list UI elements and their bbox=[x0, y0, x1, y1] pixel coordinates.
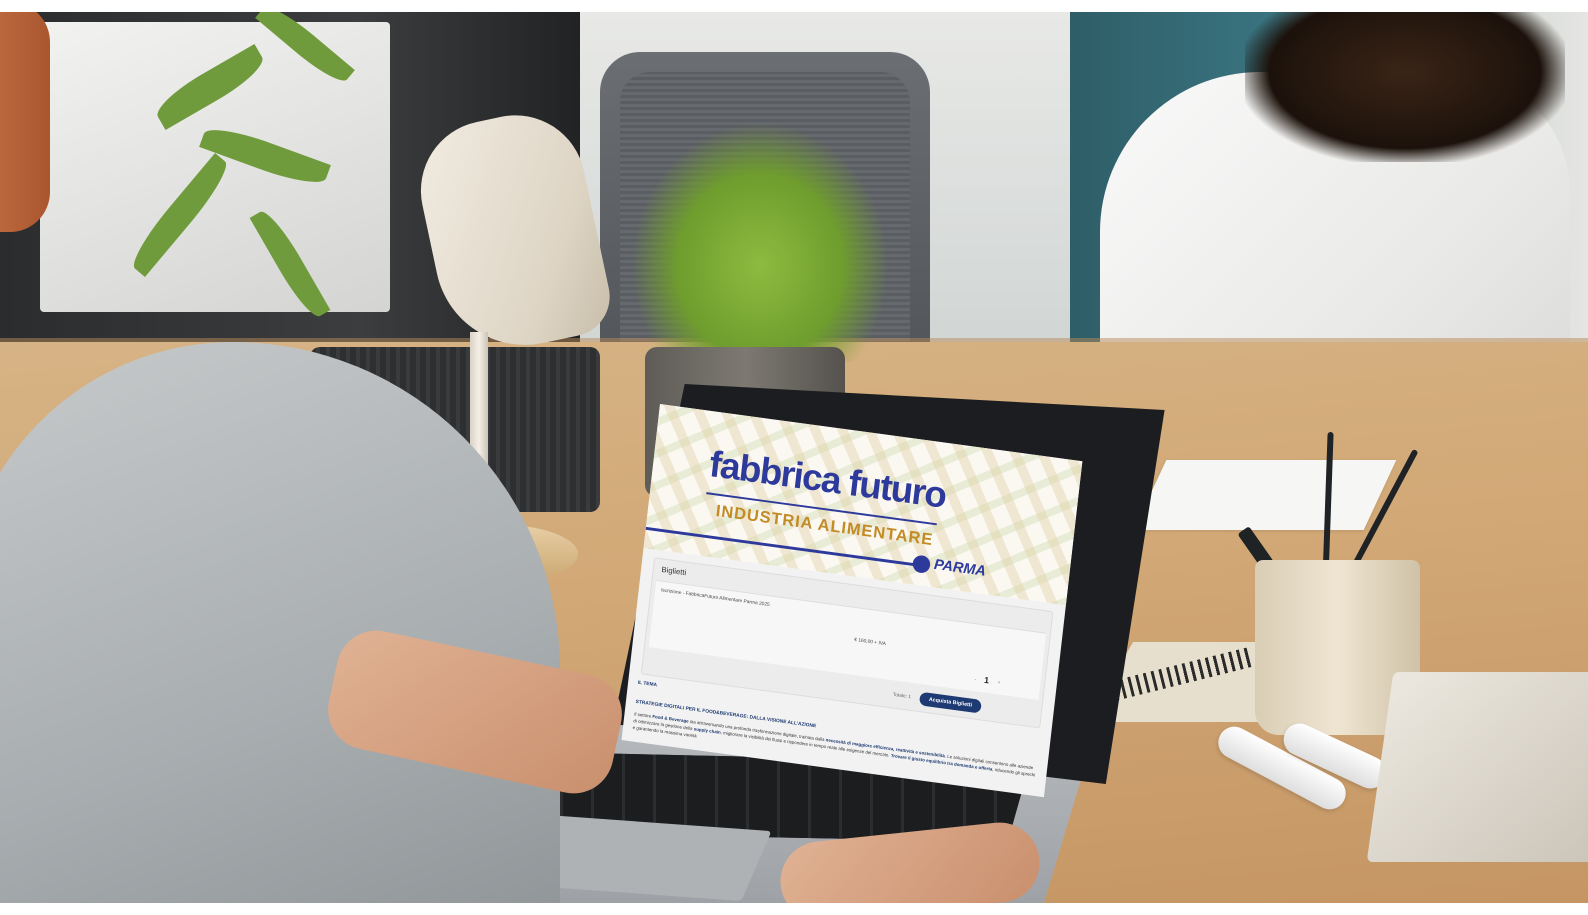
laptop-screen-webpage: fabbrica futuro INDUSTRIA ALIMENTARE PAR… bbox=[621, 404, 1083, 798]
desk-tray bbox=[1366, 672, 1588, 862]
tickets-title: Biglietti bbox=[661, 565, 687, 578]
gear-badge-icon bbox=[911, 554, 932, 574]
ticket-price: € 160,00 + IVA bbox=[853, 637, 887, 648]
woman-hair bbox=[1245, 12, 1565, 162]
plant-middle bbox=[630, 122, 890, 362]
theme-label: IL TEMA bbox=[637, 679, 658, 689]
paper-sheet bbox=[1133, 460, 1397, 530]
buy-tickets-button[interactable]: Acquista Biglietti bbox=[918, 691, 982, 714]
event-city: PARMA bbox=[933, 556, 987, 580]
theme-body-bold: supply chain bbox=[693, 726, 722, 735]
man-head bbox=[0, 12, 50, 232]
quantity-plus-button[interactable]: + bbox=[997, 680, 1000, 686]
office-photo: fabbrica futuro INDUSTRIA ALIMENTARE PAR… bbox=[0, 12, 1588, 903]
quantity-value: 1 bbox=[983, 675, 990, 686]
ticket-name: Iscrizione - FabbricaFuturo Alimentare P… bbox=[660, 587, 770, 608]
quantity-minus-button[interactable]: - bbox=[974, 677, 976, 683]
tickets-total: Totale: 1 bbox=[892, 691, 912, 701]
ticket-row: Iscrizione - FabbricaFuturo Alimentare P… bbox=[648, 579, 1047, 700]
